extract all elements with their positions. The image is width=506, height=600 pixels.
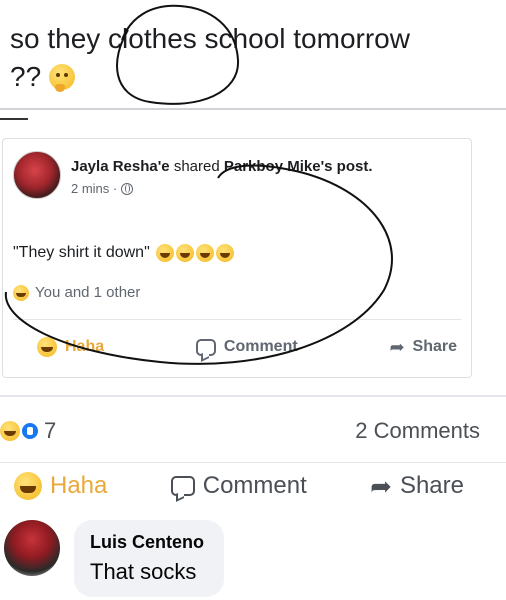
- haha-button[interactable]: Haha: [37, 337, 104, 357]
- divider: [0, 395, 506, 397]
- shared-post-card[interactable]: Jayla Resha'e shared Parkboy Mike's post…: [2, 138, 472, 378]
- shared-post-header: Jayla Resha'e shared Parkboy Mike's post…: [13, 151, 401, 199]
- shared-source[interactable]: Parkboy Mike's: [224, 158, 333, 175]
- post-text-line1: so they clothes school tomorrow: [10, 23, 410, 54]
- shared-author[interactable]: Jayla Resha'e: [71, 158, 170, 175]
- comment-text: That socks: [90, 559, 197, 584]
- comment-bubble: Luis Centeno That socks: [74, 520, 224, 597]
- post-stats: 7 2 Comments: [0, 418, 480, 444]
- comment-icon: [195, 338, 216, 356]
- comment-button[interactable]: Comment: [195, 337, 298, 357]
- comment-label: Comment: [202, 472, 307, 499]
- divider: [0, 462, 506, 463]
- share-label: Share: [412, 338, 457, 355]
- comment-icon: [170, 476, 195, 496]
- laughing-face-icon: [155, 244, 174, 262]
- laughing-face-icon: [195, 244, 214, 262]
- post-text: so they clothes school tomorrow ??: [10, 20, 490, 96]
- thinking-face-icon: [49, 64, 76, 92]
- like-icon: [20, 421, 40, 441]
- comment-author[interactable]: Luis Centeno: [90, 532, 208, 553]
- shared-reactions[interactable]: You and 1 other: [13, 284, 140, 301]
- globe-icon: [121, 182, 134, 195]
- shared-verb: shared: [173, 158, 220, 175]
- share-icon: ➦: [370, 471, 392, 501]
- post-text-line2: ??: [10, 61, 42, 92]
- haha-icon: [37, 337, 57, 357]
- divider: [0, 108, 506, 110]
- share-button[interactable]: ➦ Share: [389, 337, 457, 357]
- shared-post-quote: "They shirt it down": [13, 244, 150, 261]
- share-icon: ➦: [389, 337, 405, 357]
- avatar[interactable]: [4, 520, 60, 576]
- haha-icon: [13, 284, 29, 301]
- comment-label: Comment: [223, 338, 298, 355]
- post-actions: Haha Comment ➦ Share: [14, 472, 464, 500]
- share-button[interactable]: ➦ Share: [370, 472, 464, 500]
- haha-button[interactable]: Haha: [14, 472, 107, 500]
- divider: [13, 319, 461, 320]
- comment: Luis Centeno That socks: [4, 520, 224, 597]
- shared-post-title: Jayla Resha'e shared Parkboy Mike's post…: [71, 157, 401, 177]
- haha-icon: [14, 472, 42, 500]
- shared-post-actions: Haha Comment ➦ Share: [37, 337, 457, 357]
- shared-post-body: "They shirt it down": [13, 244, 234, 262]
- haha-label: Haha: [65, 338, 105, 355]
- shared-object[interactable]: post.: [337, 158, 373, 175]
- haha-icon: [0, 421, 20, 441]
- share-label: Share: [399, 472, 464, 499]
- laughing-face-icon: [215, 244, 234, 262]
- haha-label: Haha: [50, 472, 108, 499]
- shared-timestamp[interactable]: 2 mins ·: [71, 181, 117, 196]
- avatar[interactable]: [13, 151, 61, 199]
- shared-reactions-text: You and 1 other: [35, 284, 141, 301]
- divider-tick: [0, 118, 28, 120]
- comments-count[interactable]: 2 Comments: [355, 418, 480, 444]
- reaction-summary[interactable]: 7: [0, 418, 56, 444]
- reaction-count: 7: [44, 418, 57, 443]
- laughing-face-icon: [175, 244, 194, 262]
- comment-button[interactable]: Comment: [170, 472, 307, 500]
